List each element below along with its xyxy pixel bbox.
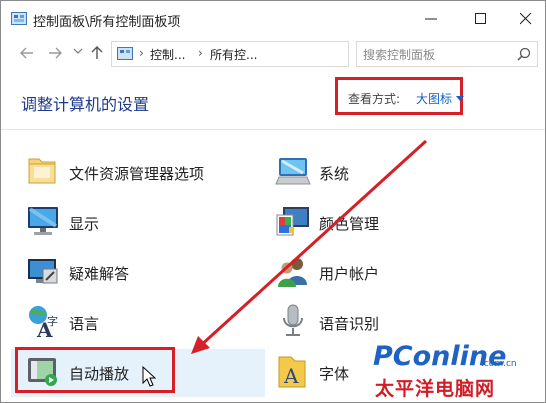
control-panel-window: 控制面板\所有控制面板项 › 控制... › 所有控... › [0,0,546,403]
pconline-watermark: PConline .com.cn 太平洋电脑网 [373,341,543,401]
mouse-cursor-icon [142,366,156,387]
watermark-domain: .com.cn [481,359,517,369]
watermark-chinese: 太平洋电脑网 [375,378,496,400]
